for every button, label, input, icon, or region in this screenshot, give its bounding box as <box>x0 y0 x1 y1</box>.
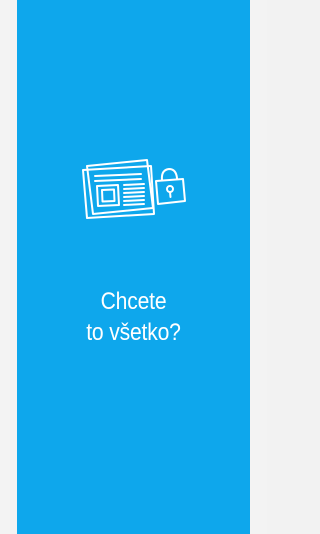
page: Chcete to všetko? <box>0 0 267 534</box>
promo-panel[interactable]: Chcete to všetko? <box>17 0 250 534</box>
headline-line-1: Chcete <box>100 288 167 315</box>
newspaper-lock-icon <box>79 150 187 224</box>
headline: Chcete to všetko? <box>31 286 236 348</box>
headline-line-2: to všetko? <box>86 319 181 346</box>
